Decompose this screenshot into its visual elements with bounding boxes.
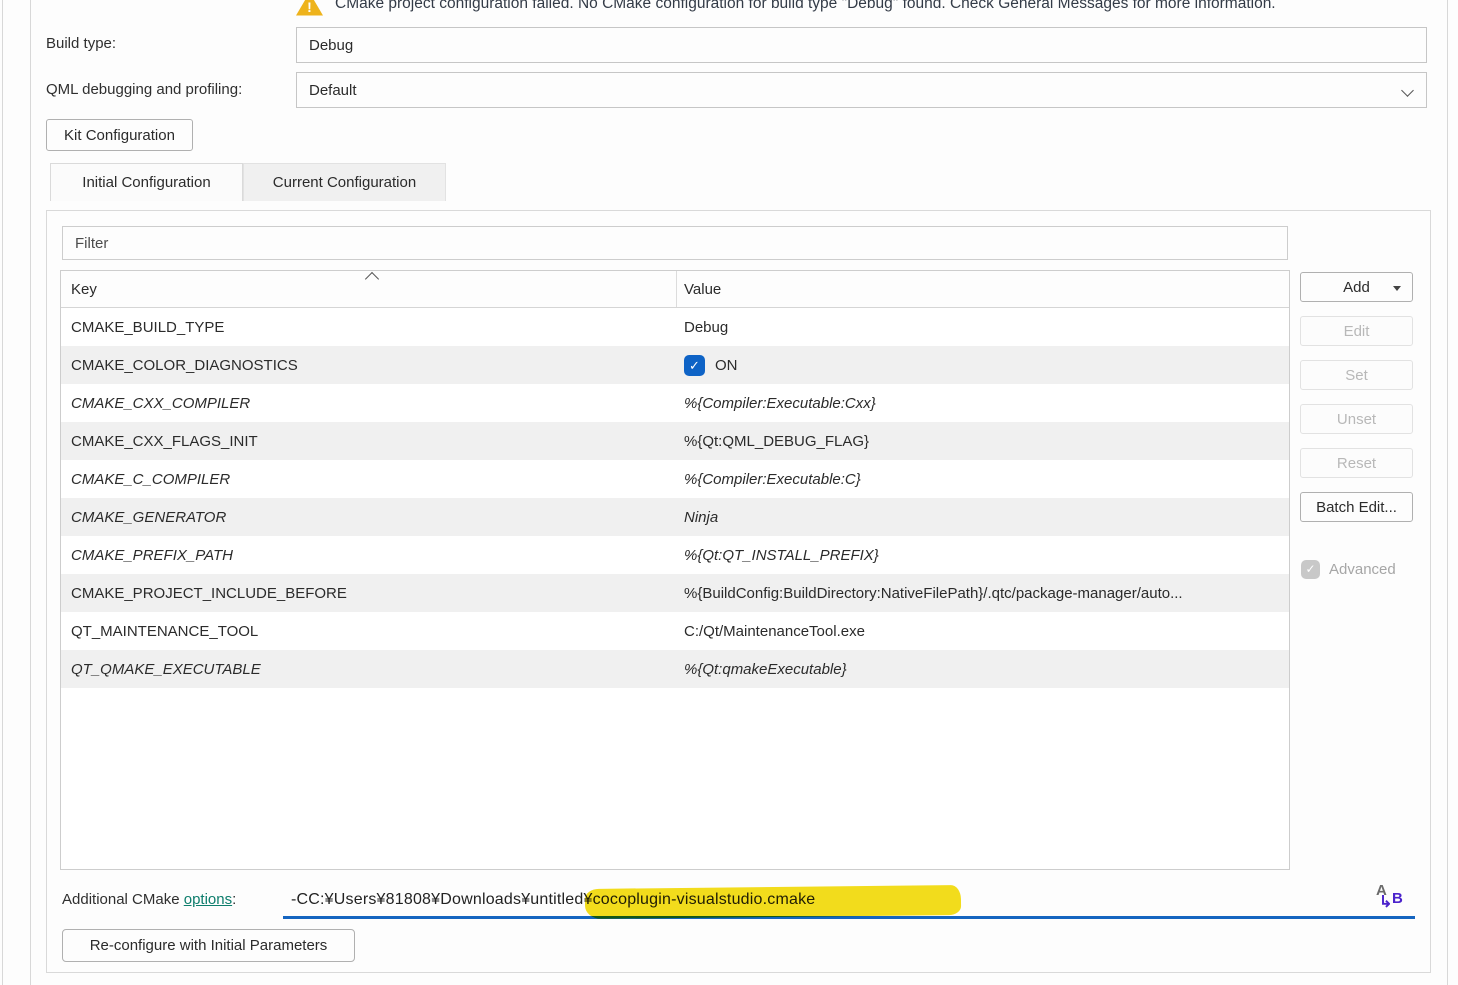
additional-options-label: Additional CMake options: xyxy=(62,891,236,908)
build-type-label: Build type: xyxy=(46,35,116,52)
key-cell[interactable]: CMAKE_BUILD_TYPE xyxy=(61,319,674,336)
left-frame-line xyxy=(2,0,3,985)
set-button[interactable]: Set xyxy=(1300,360,1413,390)
value-cell[interactable]: Ninja xyxy=(674,509,1289,526)
qml-debugging-value: Default xyxy=(309,82,357,99)
right-panel-border xyxy=(1447,0,1448,985)
key-cell[interactable]: QT_MAINTENANCE_TOOL xyxy=(61,623,674,640)
table-row[interactable]: CMAKE_PROJECT_INCLUDE_BEFORE %{BuildConf… xyxy=(61,574,1289,612)
additional-options-value: -CC:¥Users¥81808¥Downloads¥untitled¥coco… xyxy=(291,891,815,909)
cmake-variables-table: Key Value CMAKE_BUILD_TYPE Debug CMAKE_C… xyxy=(60,270,1290,870)
filter-input[interactable]: Filter xyxy=(62,226,1288,260)
key-cell[interactable]: CMAKE_PREFIX_PATH xyxy=(61,547,674,564)
key-cell[interactable]: QT_QMAKE_EXECUTABLE xyxy=(61,661,674,678)
qml-debugging-label: QML debugging and profiling: xyxy=(46,81,242,98)
table-row[interactable]: CMAKE_PREFIX_PATH %{Qt:QT_INSTALL_PREFIX… xyxy=(61,536,1289,574)
warning-triangle-icon: ! xyxy=(296,0,323,16)
key-cell[interactable]: CMAKE_CXX_COMPILER xyxy=(61,395,674,412)
additional-options-input[interactable]: -CC:¥Users¥81808¥Downloads¥untitled¥coco… xyxy=(283,884,1415,919)
key-cell[interactable]: CMAKE_PROJECT_INCLUDE_BEFORE xyxy=(61,585,674,602)
options-link[interactable]: options xyxy=(184,891,232,908)
value-cell[interactable]: %{BuildConfig:BuildDirectory:NativeFileP… xyxy=(674,585,1289,602)
table-row[interactable]: CMAKE_CXX_FLAGS_INIT %{Qt:QML_DEBUG_FLAG… xyxy=(61,422,1289,460)
value-cell[interactable]: ✓ ON xyxy=(674,355,1289,376)
batch-edit-button[interactable]: Batch Edit... xyxy=(1300,492,1413,522)
tab-initial-configuration[interactable]: Initial Configuration xyxy=(50,163,243,201)
filter-placeholder: Filter xyxy=(75,235,108,252)
warning-text: CMake project configuration failed. No C… xyxy=(335,0,1276,13)
advanced-checkbox-row: ✓ Advanced xyxy=(1301,560,1396,579)
warning-banner: ! CMake project configuration failed. No… xyxy=(296,0,1276,17)
kit-configuration-button[interactable]: Kit Configuration xyxy=(46,119,193,151)
build-type-value: Debug xyxy=(309,37,353,54)
table-row[interactable]: QT_MAINTENANCE_TOOL C:/Qt/MaintenanceToo… xyxy=(61,612,1289,650)
key-cell[interactable]: CMAKE_CXX_FLAGS_INIT xyxy=(61,433,674,450)
key-cell[interactable]: CMAKE_GENERATOR xyxy=(61,509,674,526)
column-header-value[interactable]: Value xyxy=(684,271,721,308)
unset-button[interactable]: Unset xyxy=(1300,404,1413,434)
value-cell[interactable]: %{Qt:QML_DEBUG_FLAG} xyxy=(674,433,1289,450)
chevron-down-icon xyxy=(1401,84,1414,97)
value-cell[interactable]: %{Compiler:Executable:Cxx} xyxy=(674,395,1289,412)
key-cell[interactable]: CMAKE_COLOR_DIAGNOSTICS xyxy=(61,357,674,374)
value-cell[interactable]: C:/Qt/MaintenanceTool.exe xyxy=(674,623,1289,640)
advanced-checkbox[interactable]: ✓ xyxy=(1301,560,1320,579)
build-type-input[interactable]: Debug xyxy=(296,27,1427,63)
table-row[interactable]: CMAKE_BUILD_TYPE Debug xyxy=(61,308,1289,346)
value-cell[interactable]: %{Qt:qmakeExecutable} xyxy=(674,661,1289,678)
reconfigure-button[interactable]: Re-configure with Initial Parameters xyxy=(62,929,355,962)
table-row[interactable]: QT_QMAKE_EXECUTABLE %{Qt:qmakeExecutable… xyxy=(61,650,1289,688)
advanced-label: Advanced xyxy=(1329,561,1396,578)
value-cell[interactable]: %{Compiler:Executable:C} xyxy=(674,471,1289,488)
table-row[interactable]: CMAKE_GENERATOR Ninja xyxy=(61,498,1289,536)
dropdown-caret-icon xyxy=(1393,286,1401,291)
checkbox-checked-icon[interactable]: ✓ xyxy=(684,355,705,376)
reset-button[interactable]: Reset xyxy=(1300,448,1413,478)
left-panel-border xyxy=(30,0,31,985)
add-button[interactable]: Add xyxy=(1300,272,1413,302)
sort-ascending-icon[interactable] xyxy=(365,272,379,286)
qml-debugging-select[interactable]: Default xyxy=(296,72,1427,108)
key-cell[interactable]: CMAKE_C_COMPILER xyxy=(61,471,674,488)
table-header: Key Value xyxy=(61,271,1289,308)
table-row[interactable]: CMAKE_COLOR_DIAGNOSTICS ✓ ON xyxy=(61,346,1289,384)
edit-button[interactable]: Edit xyxy=(1300,316,1413,346)
value-cell[interactable]: %{Qt:QT_INSTALL_PREFIX} xyxy=(674,547,1289,564)
value-cell[interactable]: Debug xyxy=(674,319,1289,336)
table-row[interactable]: CMAKE_CXX_COMPILER %{Compiler:Executable… xyxy=(61,384,1289,422)
column-header-key[interactable]: Key xyxy=(71,271,97,308)
variables-icon[interactable]: A ↳ B xyxy=(1370,883,1410,916)
tab-current-configuration[interactable]: Current Configuration xyxy=(243,163,446,201)
column-divider[interactable] xyxy=(676,271,677,307)
table-row[interactable]: CMAKE_C_COMPILER %{Compiler:Executable:C… xyxy=(61,460,1289,498)
